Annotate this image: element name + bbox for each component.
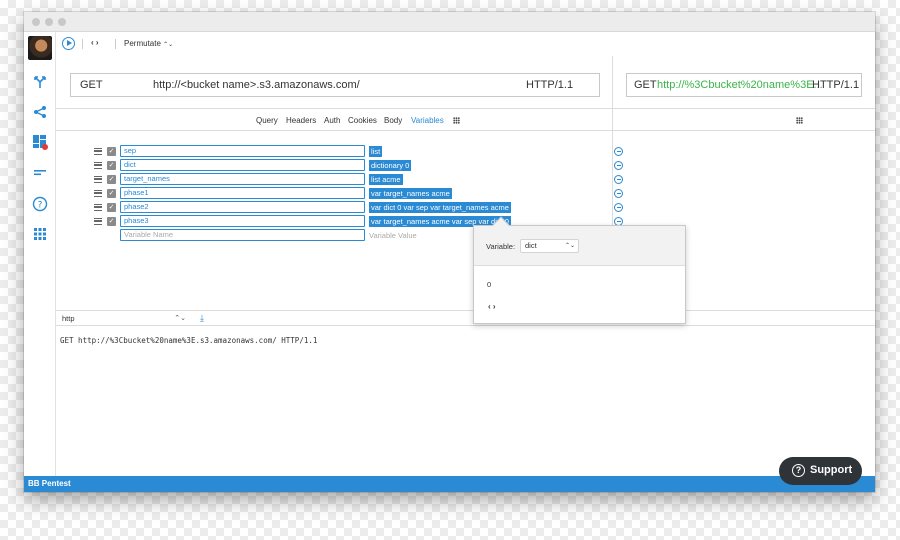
enable-checkbox[interactable]: ✓: [107, 175, 116, 184]
variable-name-input[interactable]: sep: [120, 145, 365, 157]
format-select-label: http: [62, 314, 75, 323]
new-variable-value-input[interactable]: Variable Value: [369, 230, 417, 241]
popover-header: Variable: dict ⌃⌄: [474, 226, 685, 266]
new-variable-name-input[interactable]: Variable Name: [120, 229, 365, 241]
variable-row: ✓ dict dictionary 0: [56, 159, 623, 172]
tab-auth[interactable]: Auth: [324, 116, 340, 125]
variable-name-input[interactable]: phase1: [120, 187, 365, 199]
drag-handle-icon[interactable]: [94, 148, 102, 155]
format-select[interactable]: http ⌃⌄: [62, 313, 186, 324]
select-arrows-icon: ⌃⌄: [174, 315, 186, 322]
support-button[interactable]: ? Support: [779, 457, 862, 485]
output-area: GET http://%3Cbucket%20name%3E... HTTP/1…: [613, 56, 875, 109]
tab-body[interactable]: Body: [384, 116, 402, 125]
code-nav-icon[interactable]: ‹ ›: [91, 38, 99, 47]
tab-query[interactable]: Query: [256, 116, 278, 125]
variable-name-input[interactable]: phase2: [120, 201, 365, 213]
tab-cookies[interactable]: Cookies: [348, 116, 377, 125]
drag-handle-icon[interactable]: [94, 190, 102, 197]
request-protocol: HTTP/1.1: [526, 79, 574, 91]
sidebar: ?: [24, 32, 56, 476]
download-icon[interactable]: ⤓: [200, 314, 208, 323]
filter-icon[interactable]: [30, 162, 50, 182]
request-line-input[interactable]: GET http://<bucket name>.s3.amazonaws.co…: [70, 73, 600, 97]
select-arrows-icon: ⌃⌄: [564, 243, 575, 249]
minimize-window-button[interactable]: [45, 18, 53, 26]
play-icon[interactable]: [62, 37, 75, 50]
drag-handle-icon[interactable]: [94, 176, 102, 183]
grid-icon[interactable]: [796, 117, 803, 124]
output-protocol: HTTP/1.1: [812, 79, 860, 91]
output-tabs: [613, 109, 875, 131]
drag-handle-icon[interactable]: [94, 162, 102, 169]
mode-select[interactable]: Permutate ⌃⌄: [124, 39, 173, 48]
variable-name-input[interactable]: dict: [120, 159, 365, 171]
mode-select-label: Permutate: [124, 39, 161, 48]
output-url: http://%3Cbucket%20name%3E...: [657, 79, 823, 91]
request-area: GET http://<bucket name>.s3.amazonaws.co…: [56, 56, 613, 109]
variable-value-token[interactable]: list: [369, 146, 383, 157]
variable-row: ✓ target_names list acme: [56, 173, 623, 186]
variable-name-input[interactable]: target_names: [120, 173, 365, 185]
toolbar: ‹ › Permutate ⌃⌄: [56, 32, 875, 56]
title-bar: [24, 12, 875, 32]
grid-icon[interactable]: [453, 117, 460, 124]
variable-row: ✓ phase1 var target_names acme: [56, 187, 623, 200]
raw-request-toolbar: http ⌃⌄ ⤓: [56, 310, 875, 326]
variable-row: ✓ phase2 var dict 0 var sep var target_n…: [56, 201, 623, 214]
code-nav-icon[interactable]: ‹ ›: [488, 302, 496, 311]
request-tabs: Query Headers Auth Cookies Body Variable…: [56, 109, 613, 131]
variable-popover: Variable: dict ⌃⌄ 0 ‹ ›: [473, 216, 686, 324]
help-icon[interactable]: ?: [30, 194, 50, 214]
svg-text:?: ?: [38, 201, 43, 211]
status-bar: BB Pentest: [24, 476, 875, 492]
share-icon[interactable]: [30, 102, 50, 122]
variable-value-token[interactable]: var target_names acme: [369, 188, 452, 199]
variable-select[interactable]: dict ⌃⌄: [520, 239, 579, 253]
main-area: GET http://<bucket name>.s3.amazonaws.co…: [56, 56, 875, 476]
fork-icon[interactable]: [30, 72, 50, 92]
popover-variable-label: Variable:: [486, 242, 516, 251]
drag-handle-icon[interactable]: [94, 218, 102, 225]
divider: [115, 39, 116, 49]
enable-checkbox[interactable]: ✓: [107, 217, 116, 226]
app-window: ? ‹ › Permutate ⌃⌄ GET http://<bucket na…: [24, 12, 875, 492]
enable-checkbox[interactable]: ✓: [107, 189, 116, 198]
help-icon: ?: [792, 464, 805, 477]
tab-headers[interactable]: Headers: [286, 116, 316, 125]
zoom-window-button[interactable]: [58, 18, 66, 26]
dashboard-icon[interactable]: [30, 132, 50, 152]
variable-row: ✓ sep list: [56, 145, 623, 158]
variable-value-token[interactable]: dictionary 0: [369, 160, 412, 171]
close-window-button[interactable]: [32, 18, 40, 26]
apps-grid-icon[interactable]: [30, 224, 50, 244]
popover-value: 0: [487, 280, 492, 289]
enable-checkbox[interactable]: ✓: [107, 161, 116, 170]
output-request-line: GET http://%3Cbucket%20name%3E... HTTP/1…: [626, 73, 862, 97]
raw-request-text: GET http://%3Cbucket%20name%3E.s3.amazon…: [60, 336, 318, 345]
enable-checkbox[interactable]: ✓: [107, 203, 116, 212]
variable-select-value: dict: [525, 241, 537, 250]
request-method: GET: [80, 79, 103, 91]
output-method: GET: [634, 79, 657, 91]
avatar[interactable]: [28, 36, 52, 60]
variable-value-token[interactable]: var dict 0 var sep var target_names acme: [369, 202, 511, 213]
variable-name-input[interactable]: phase3: [120, 215, 365, 227]
drag-handle-icon[interactable]: [94, 204, 102, 211]
enable-checkbox[interactable]: ✓: [107, 147, 116, 156]
variable-value-token[interactable]: list acme: [369, 174, 403, 185]
tab-variables[interactable]: Variables: [411, 116, 444, 125]
request-url: http://<bucket name>.s3.amazonaws.com/: [153, 79, 360, 91]
mode-select-arrows-icon: ⌃⌄: [163, 42, 174, 48]
support-label: Support: [810, 464, 853, 476]
divider: [82, 39, 83, 49]
